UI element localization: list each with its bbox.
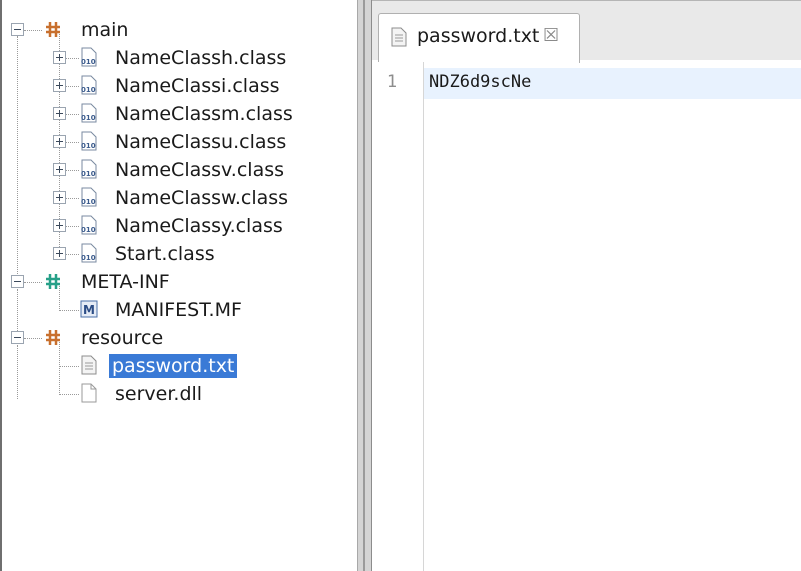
tab-password-txt[interactable]: password.txt ☒: [378, 13, 580, 63]
svg-text:010: 010: [81, 198, 96, 206]
tree-item-label: MANIFEST.MF: [115, 299, 242, 321]
editor-tab-bar: password.txt ☒: [372, 0, 801, 63]
tree-item-label: NameClassu.class: [115, 131, 287, 153]
svg-text:010: 010: [81, 226, 96, 234]
tree-item-label: NameClassw.class: [115, 187, 289, 209]
svg-text:010: 010: [81, 114, 96, 122]
tree-item-label: resource: [81, 327, 164, 349]
file-tree-panel[interactable]: main 010 NameClassh.class 010 NameClassi…: [0, 0, 357, 571]
tree-item-class[interactable]: 010 NameClassy.class: [2, 212, 359, 240]
file-icon: [81, 383, 97, 403]
class-file-icon: 010: [81, 131, 97, 151]
tree-item-label: password.txt: [109, 354, 238, 378]
tree-item-label: META-INF: [81, 271, 170, 293]
expand-toggle-icon[interactable]: [53, 79, 66, 92]
tree-branch-line: [66, 226, 79, 227]
class-file-icon: 010: [81, 243, 97, 263]
expand-toggle-icon[interactable]: [53, 219, 66, 232]
class-file-icon: 010: [81, 159, 97, 179]
line-number: 1: [386, 72, 398, 92]
expand-toggle-icon[interactable]: [53, 135, 66, 148]
collapse-toggle-icon[interactable]: [11, 23, 24, 36]
class-file-icon: 010: [81, 187, 97, 207]
text-file-icon: [81, 355, 97, 375]
tree-item-label: NameClassm.class: [115, 103, 293, 125]
svg-text:010: 010: [81, 58, 96, 66]
expand-toggle-icon[interactable]: [53, 191, 66, 204]
tree-branch-line: [66, 198, 79, 199]
class-file-icon: 010: [81, 215, 97, 235]
tree-branch-line: [24, 30, 42, 31]
package-icon: [46, 22, 60, 37]
line-number-gutter: 1: [372, 62, 424, 571]
class-file-icon: 010: [81, 103, 97, 123]
package-icon: [46, 330, 60, 345]
panel-splitter[interactable]: [357, 0, 372, 571]
tree-item-class[interactable]: 010 NameClassu.class: [2, 128, 359, 156]
expand-toggle-icon[interactable]: [53, 51, 66, 64]
expand-toggle-icon[interactable]: [53, 163, 66, 176]
svg-text:010: 010: [81, 254, 96, 262]
folder-package-icon: [46, 274, 60, 289]
editor-panel[interactable]: password.txt ☒ 1 NDZ6d9scNe: [372, 0, 801, 571]
tree-item-class[interactable]: 010 NameClassw.class: [2, 184, 359, 212]
tree-item-class[interactable]: 010 NameClassh.class: [2, 44, 359, 72]
tree-branch-line: [24, 338, 42, 339]
text-file-icon: [391, 27, 407, 47]
tab-label: password.txt: [417, 25, 540, 47]
svg-text:M: M: [83, 303, 95, 317]
svg-text:010: 010: [81, 142, 96, 150]
collapse-toggle-icon[interactable]: [11, 275, 24, 288]
tree-item-main[interactable]: main: [2, 16, 359, 44]
tree-item-resource[interactable]: resource: [2, 324, 359, 352]
code-line[interactable]: NDZ6d9scNe: [429, 72, 531, 92]
tree-branch-line: [59, 310, 79, 311]
tree-item-label: NameClassy.class: [115, 215, 283, 237]
tree-item-class[interactable]: 010 NameClassv.class: [2, 156, 359, 184]
tree-branch-line: [24, 282, 42, 283]
tree-item-server-dll[interactable]: server.dll: [2, 380, 359, 408]
class-file-icon: 010: [81, 75, 97, 95]
tree-branch-line: [66, 142, 79, 143]
tree-item-label: main: [81, 19, 129, 41]
expand-toggle-icon[interactable]: [53, 247, 66, 260]
tree-item-label: NameClassi.class: [115, 75, 280, 97]
tree-item-manifest[interactable]: M MANIFEST.MF: [2, 296, 359, 324]
svg-text:010: 010: [81, 170, 96, 178]
tree-item-label: server.dll: [115, 383, 203, 405]
collapse-toggle-icon[interactable]: [11, 331, 24, 344]
tree-item-label: NameClassv.class: [115, 159, 285, 181]
class-file-icon: 010: [81, 47, 97, 67]
tree-branch-line: [66, 254, 79, 255]
tree-item-meta-inf[interactable]: META-INF: [2, 268, 359, 296]
tree-item-class[interactable]: 010 NameClassm.class: [2, 100, 359, 128]
tree-branch-line: [59, 366, 79, 367]
tree-item-label: Start.class: [115, 243, 215, 265]
tree-item-password-txt[interactable]: password.txt: [2, 352, 359, 380]
expand-toggle-icon[interactable]: [53, 107, 66, 120]
tree-branch-line: [66, 58, 79, 59]
tree-branch-line: [66, 86, 79, 87]
svg-text:010: 010: [81, 86, 96, 94]
close-tab-icon[interactable]: ☒: [543, 25, 559, 46]
tree-branch-line: [66, 170, 79, 171]
tree-branch-line: [66, 114, 79, 115]
tree-item-class[interactable]: 010 NameClassi.class: [2, 72, 359, 100]
manifest-icon: M: [80, 300, 98, 318]
tree-branch-line: [59, 394, 79, 395]
tree-item-label: NameClassh.class: [115, 47, 287, 69]
tree-item-class[interactable]: 010 Start.class: [2, 240, 359, 268]
